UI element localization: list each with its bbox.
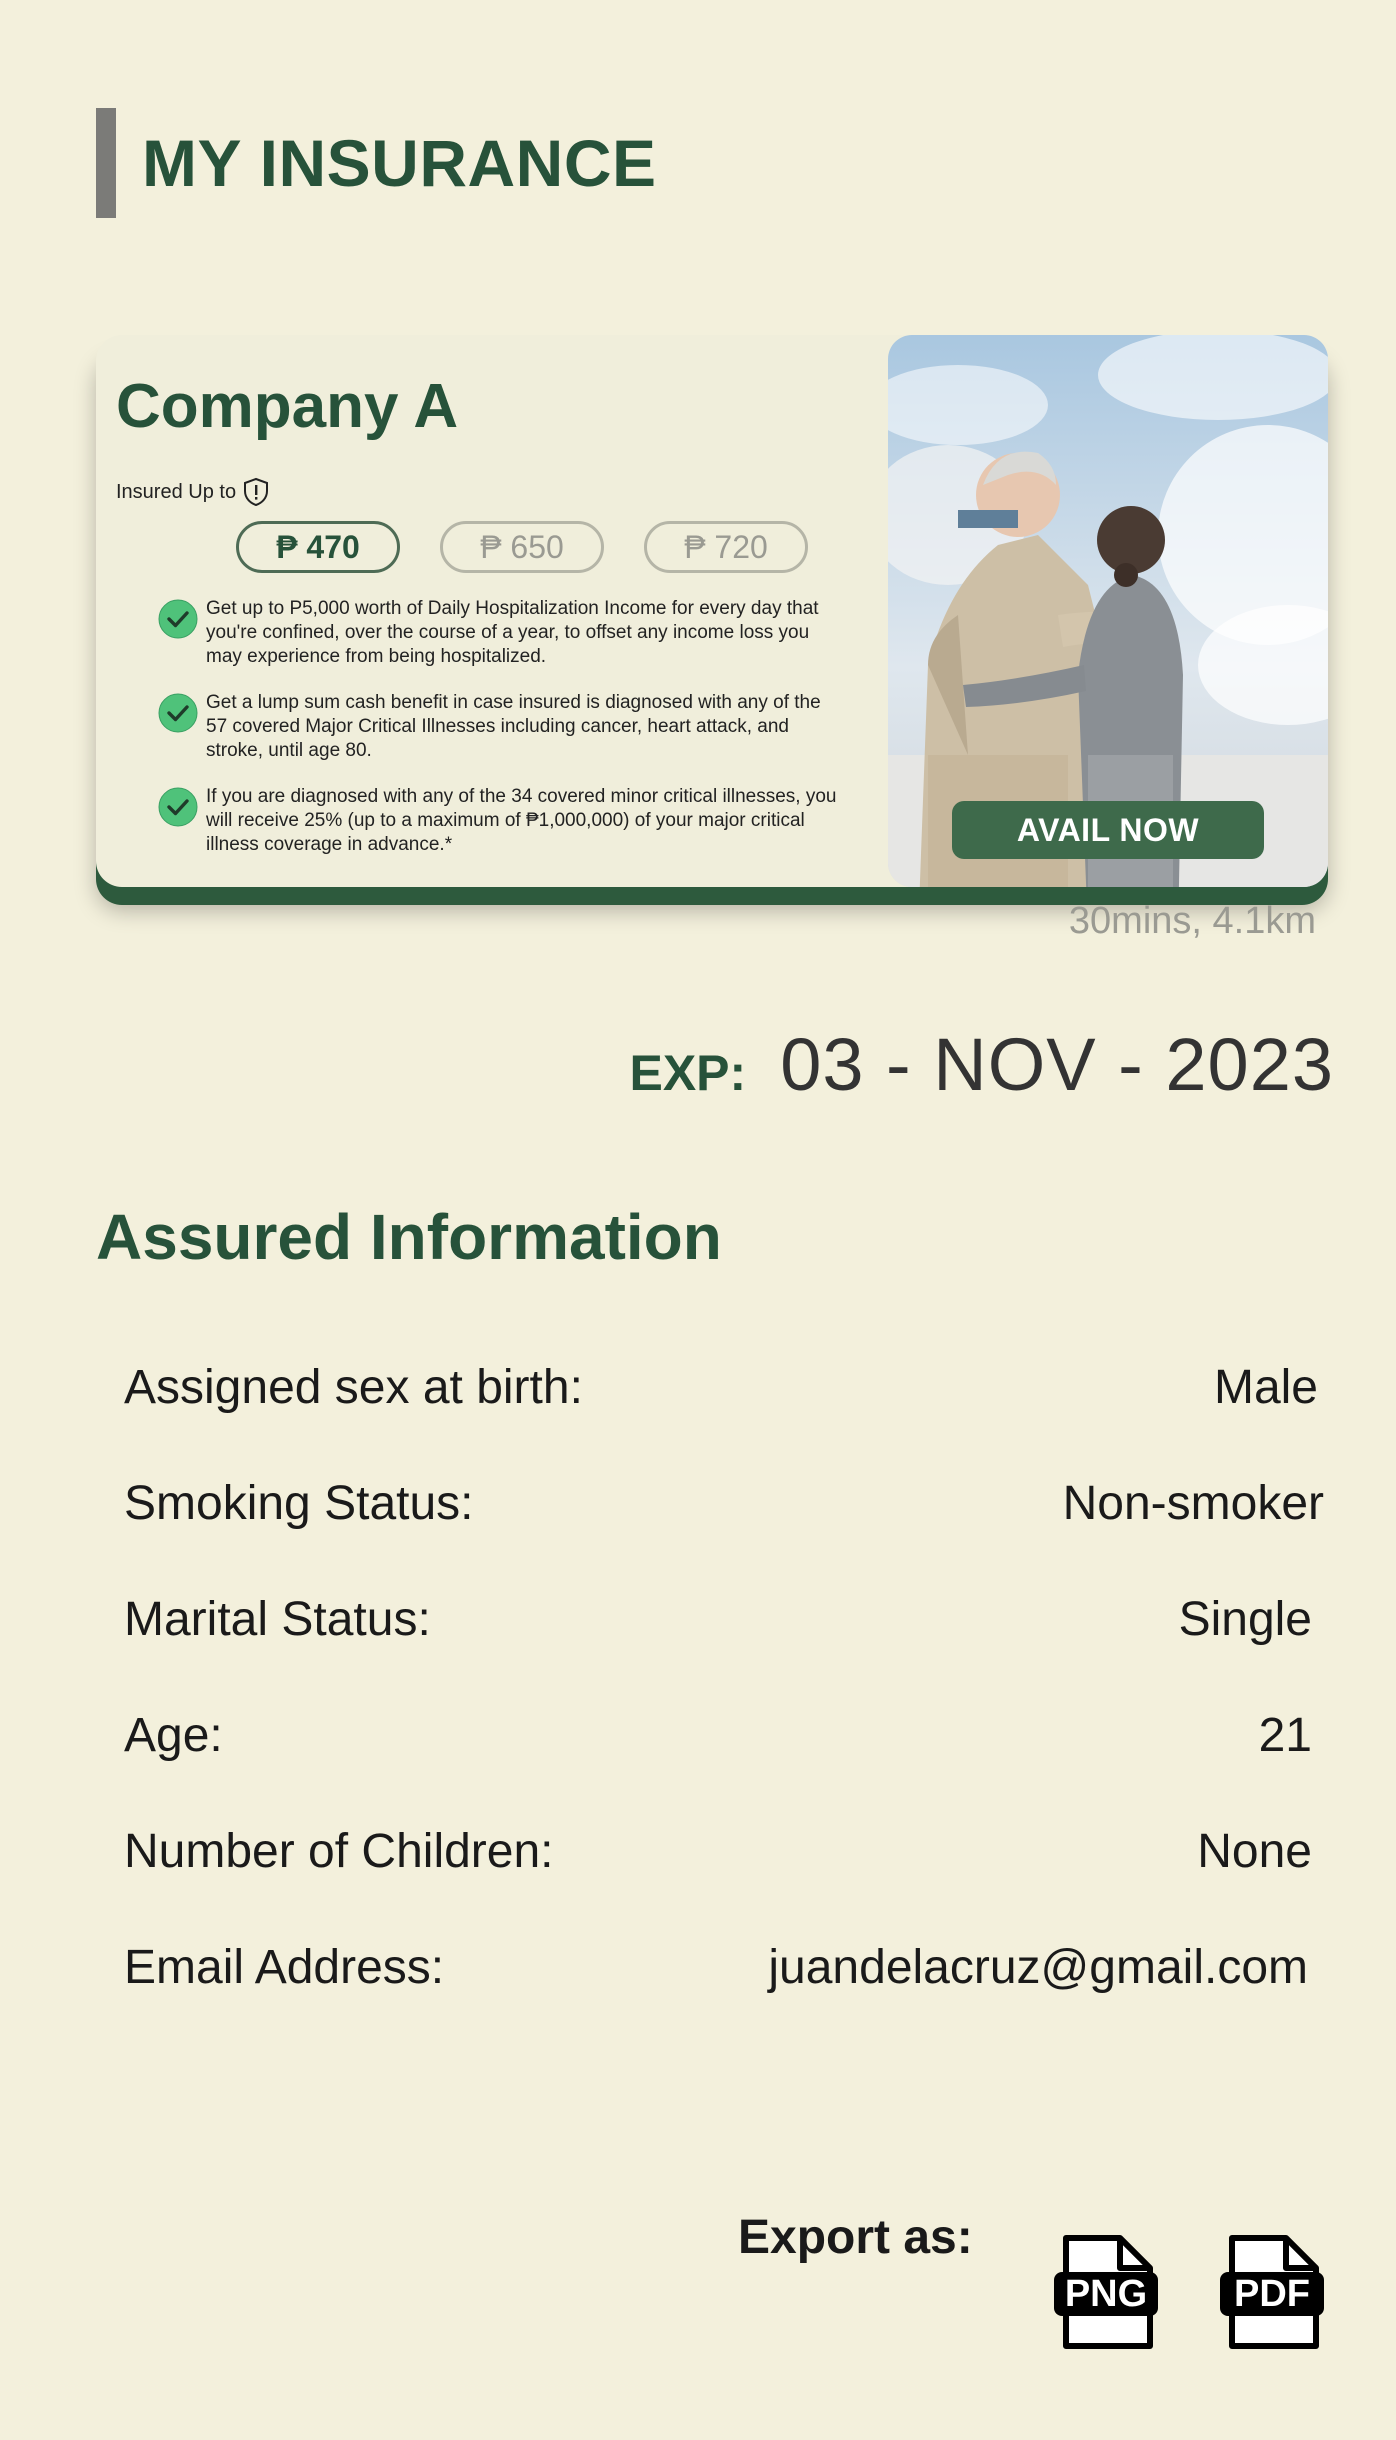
info-row-children: Number of Children: None	[124, 1824, 1324, 1940]
check-circle-icon	[158, 787, 198, 827]
header-accent-bar	[96, 108, 116, 218]
info-row-marital: Marital Status: Single	[124, 1592, 1324, 1708]
assured-information-title: Assured Information	[96, 1201, 722, 1273]
export-png-button[interactable]: PNG	[1054, 2232, 1158, 2352]
avail-now-button[interactable]: AVAIL NOW	[952, 801, 1264, 859]
check-circle-icon	[158, 693, 198, 733]
info-value: 21	[1258, 1709, 1312, 1762]
benefit-item: Get up to P5,000 worth of Daily Hospital…	[158, 597, 838, 669]
info-row-smoking: Smoking Status: Non-smoker	[124, 1476, 1324, 1592]
info-row-age: Age: 21	[124, 1708, 1324, 1824]
price-option-470[interactable]: ₱ 470	[236, 521, 400, 573]
assured-info-list: Assigned sex at birth: Male Smoking Stat…	[124, 1360, 1324, 2056]
png-tag: PNG	[1054, 2272, 1158, 2316]
benefit-list: Get up to P5,000 worth of Daily Hospital…	[158, 597, 838, 879]
insured-up-to: Insured Up to	[116, 477, 270, 507]
export-pdf-button[interactable]: PDF	[1220, 2232, 1324, 2352]
page-header: MY INSURANCE	[96, 108, 657, 218]
distance-text: 30mins, 4.1km	[1068, 900, 1316, 942]
company-name: Company A	[116, 372, 459, 441]
info-label: Age:	[124, 1709, 223, 1762]
benefit-text: Get up to P5,000 worth of Daily Hospital…	[206, 598, 819, 667]
benefit-item: If you are diagnosed with any of the 34 …	[158, 785, 838, 857]
insurance-card: Company A Insured Up to ₱ 470 ₱ 650 ₱ 72…	[96, 335, 1328, 887]
info-value: Single	[1178, 1593, 1312, 1646]
info-label: Number of Children:	[124, 1825, 554, 1878]
expiry-label: EXP:	[629, 1045, 747, 1101]
info-value: Male	[1213, 1361, 1318, 1414]
shield-info-icon[interactable]	[242, 477, 270, 507]
insured-label: Insured Up to	[116, 480, 237, 503]
expiry-row: EXP: 03 - NOV - 2023	[629, 1022, 1334, 1107]
price-option-650[interactable]: ₱ 650	[440, 521, 604, 573]
info-row-sex: Assigned sex at birth: Male	[124, 1360, 1324, 1476]
benefit-text: If you are diagnosed with any of the 34 …	[206, 786, 837, 855]
info-value: Non-smoker	[1062, 1477, 1324, 1530]
export-label: Export as:	[738, 2211, 973, 2264]
coverage-options: ₱ 470 ₱ 650 ₱ 720	[236, 521, 808, 573]
expiry-date: 03 - NOV - 2023	[780, 1023, 1334, 1106]
info-value: juandelacruz@gmail.com	[768, 1941, 1308, 1994]
info-label: Assigned sex at birth:	[124, 1361, 583, 1414]
page-title: MY INSURANCE	[142, 126, 657, 200]
pdf-tag: PDF	[1220, 2272, 1324, 2316]
info-label: Marital Status:	[124, 1593, 431, 1646]
info-row-email: Email Address: juandelacruz@gmail.com	[124, 1940, 1324, 2056]
benefit-text: Get a lump sum cash benefit in case insu…	[206, 692, 821, 761]
elderly-couple-photo: AVAIL NOW	[888, 335, 1328, 887]
check-circle-icon	[158, 599, 198, 639]
info-value: None	[1197, 1825, 1312, 1878]
info-label: Smoking Status:	[124, 1477, 474, 1530]
info-label: Email Address:	[124, 1941, 445, 1994]
benefit-item: Get a lump sum cash benefit in case insu…	[158, 691, 838, 763]
price-option-720[interactable]: ₱ 720	[644, 521, 808, 573]
